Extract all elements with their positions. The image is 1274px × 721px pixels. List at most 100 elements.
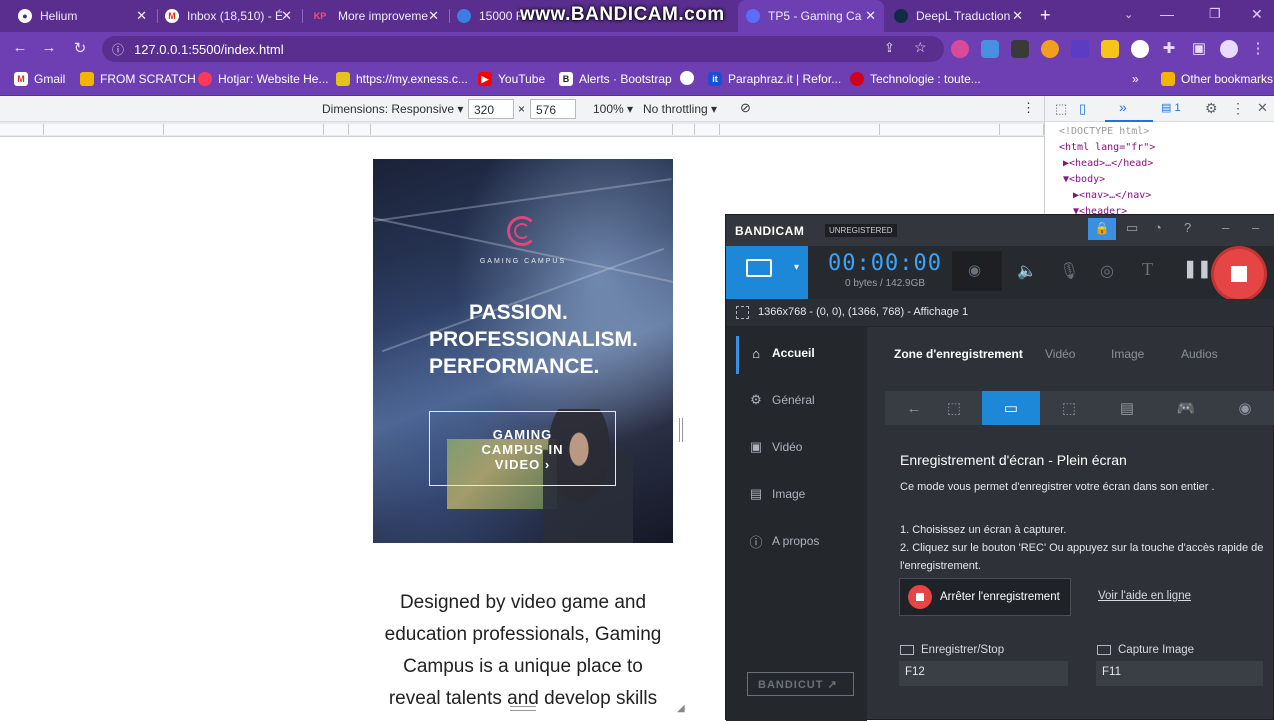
folder-icon[interactable]: ▭ — [1126, 220, 1138, 236]
body-node[interactable]: ▼<body> — [1063, 174, 1105, 185]
lock-icon[interactable]: 🔒 — [1088, 218, 1116, 240]
ruler-segment[interactable] — [349, 124, 371, 135]
colorpicker-extension-icon[interactable] — [1011, 40, 1029, 58]
more-options-icon[interactable]: ⋮ — [1022, 100, 1035, 116]
around-mouse-mode-icon[interactable]: ⬚ — [1040, 391, 1098, 425]
dimensions-select[interactable]: Dimensions: Responsive ▾ — [322, 102, 463, 116]
window-close-icon[interactable]: ✕ — [1251, 6, 1263, 23]
ruler-segment[interactable] — [44, 124, 164, 135]
new-tab-button[interactable]: + — [1040, 5, 1051, 26]
video-cta-button[interactable]: GAMING CAMPUS IN VIDEO › — [429, 411, 616, 486]
mouse-cursor-icon[interactable]: ◎ — [1100, 261, 1114, 281]
minimize-icon[interactable]: – — [1222, 220, 1229, 235]
help-icon[interactable]: ? — [1184, 220, 1191, 235]
nav-node[interactable]: ▶<nav>…</nav> — [1073, 190, 1151, 201]
text-overlay-icon[interactable]: T — [1142, 259, 1153, 280]
devtools-close-icon[interactable]: ✕ — [1257, 100, 1268, 116]
extension-icon[interactable] — [1101, 40, 1119, 58]
close-icon[interactable]: ✕ — [865, 8, 876, 24]
tab-search-icon[interactable]: ⌄ — [1124, 8, 1133, 21]
bookmark-star-icon[interactable]: ☆ — [914, 39, 927, 56]
audio-only-mode-icon[interactable]: ◉ — [1216, 391, 1274, 425]
webcam-toggle[interactable]: ◉ — [952, 251, 1002, 291]
speaker-icon[interactable]: 🔈 — [1017, 261, 1037, 281]
sidebar-item-general[interactable]: ⚙ Général — [748, 392, 815, 408]
ruler-segment[interactable] — [720, 124, 880, 135]
throttling-select[interactable]: No throttling ▾ — [643, 102, 717, 116]
doctype-node[interactable]: <!DOCTYPE html> — [1059, 126, 1149, 137]
clock-icon[interactable]: ◔ — [1154, 220, 1162, 235]
height-input[interactable]: 576 — [530, 99, 576, 119]
address-bar[interactable]: ⓘ 127.0.0.1:5500/index.html ⇪ ☆ — [102, 36, 944, 62]
tab-improvement[interactable]: KP More improveme ✕ — [302, 0, 447, 32]
microphone-icon[interactable]: 🎙 — [1059, 261, 1079, 281]
bookmark-exness[interactable]: https://my.exness.c... — [336, 72, 468, 86]
bookmark-technologie[interactable]: Technologie : toute... — [850, 72, 981, 86]
width-input[interactable]: 320 — [468, 99, 514, 119]
ruler-segment[interactable] — [695, 124, 720, 135]
minimize-icon[interactable]: — — [1160, 6, 1174, 22]
extension-icon[interactable] — [1131, 40, 1149, 58]
sidebar-item-about[interactable]: ⓘ A propos — [748, 533, 819, 550]
bookmark-hotjar[interactable]: Hotjar: Website He... — [198, 72, 328, 86]
ruler-segment[interactable] — [0, 124, 44, 135]
forward-icon[interactable]: → — [39, 39, 59, 56]
device-toggle-icon[interactable]: ▯ — [1079, 101, 1086, 117]
stop-recording-button[interactable]: Arrêter l'enregistrement — [899, 578, 1071, 616]
tab-gmail[interactable]: M Inbox (18,510) - É ✕ — [157, 0, 300, 32]
ruler-segment[interactable] — [324, 124, 349, 135]
ruler-segment[interactable] — [673, 124, 695, 135]
console-messages-badge[interactable]: ▤ 1 — [1161, 101, 1181, 114]
close-icon[interactable]: ✕ — [136, 8, 147, 24]
bookmark-from-scratch[interactable]: FROM SCRATCH — [80, 72, 196, 86]
corner-resize-icon[interactable]: ◢ — [677, 703, 685, 714]
globe-icon[interactable] — [680, 71, 694, 85]
tab-video[interactable]: Vidéo — [1045, 347, 1075, 361]
game-mode-icon[interactable]: 🎮 — [1157, 391, 1215, 425]
close-icon[interactable]: – — [1252, 220, 1259, 235]
rotate-icon[interactable]: ⊘ — [740, 100, 751, 116]
more-tabs-icon[interactable]: » — [1119, 99, 1127, 115]
extension-icon[interactable] — [951, 40, 969, 58]
settings-gear-icon[interactable]: ⚙ — [1205, 100, 1218, 117]
hotkey-capture-field[interactable]: F11 — [1096, 661, 1263, 686]
sidebar-item-video[interactable]: ▣ Vidéo — [748, 439, 803, 455]
screen-mode-button[interactable]: ▾ — [726, 246, 808, 299]
ruler-segment[interactable] — [164, 124, 324, 135]
back-icon[interactable]: ← — [10, 39, 30, 56]
menu-kebab-icon[interactable]: ⋮ — [1248, 39, 1268, 57]
close-icon[interactable]: ✕ — [281, 8, 292, 24]
zoom-select[interactable]: 100% ▾ — [593, 102, 633, 116]
tab-gaming-campus[interactable]: TP5 - Gaming Ca ✕ — [738, 0, 884, 32]
chevron-down-icon[interactable]: ▾ — [794, 262, 799, 273]
profile-avatar[interactable] — [1220, 40, 1238, 58]
record-stop-button[interactable] — [1214, 249, 1264, 299]
ruler-segment[interactable] — [1000, 124, 1044, 135]
devtools-menu-icon[interactable]: ⋮ — [1231, 100, 1245, 117]
other-bookmarks[interactable]: Other bookmarks — [1161, 72, 1273, 86]
ruler-segment[interactable] — [371, 124, 673, 135]
html-node[interactable]: <html lang="fr"> — [1059, 142, 1155, 153]
hotkey-record-field[interactable]: F12 — [899, 661, 1068, 686]
tab-helium[interactable]: ● Helium ✕ — [10, 0, 155, 32]
online-help-link[interactable]: Voir l'aide en ligne — [1098, 590, 1191, 602]
close-icon[interactable]: ✕ — [428, 8, 439, 24]
extensions-puzzle-icon[interactable]: ✚ — [1159, 39, 1179, 57]
bandicut-button[interactable]: BANDICUT ↗ — [747, 672, 854, 696]
pause-icon[interactable]: ❚❚ — [1183, 259, 1212, 279]
tab-deepl[interactable]: DeepL Traduction ✕ — [886, 0, 1031, 32]
reload-icon[interactable]: ↻ — [70, 39, 90, 57]
device-mode-icon[interactable]: ▤ — [1098, 391, 1156, 425]
bookmark-paraphrazit[interactable]: it Paraphraz.it | Refor... — [708, 72, 841, 86]
sidebar-item-accueil[interactable]: ⌂ Accueil — [748, 345, 815, 361]
device-height-handle[interactable] — [510, 706, 536, 711]
bookmark-bootstrap[interactable]: B Alerts · Bootstrap — [559, 72, 672, 86]
tab-image[interactable]: Image — [1111, 347, 1144, 361]
head-node[interactable]: ▶<head>…</head> — [1063, 158, 1153, 169]
extension-icon[interactable] — [1071, 40, 1089, 58]
inspect-icon[interactable]: ⬚ — [1055, 101, 1067, 117]
extension-icon[interactable] — [1041, 40, 1059, 58]
share-icon[interactable]: ⇪ — [884, 40, 895, 56]
ruler-segment[interactable] — [880, 124, 1000, 135]
rectangle-mode-icon[interactable]: ⬚ — [925, 391, 983, 425]
